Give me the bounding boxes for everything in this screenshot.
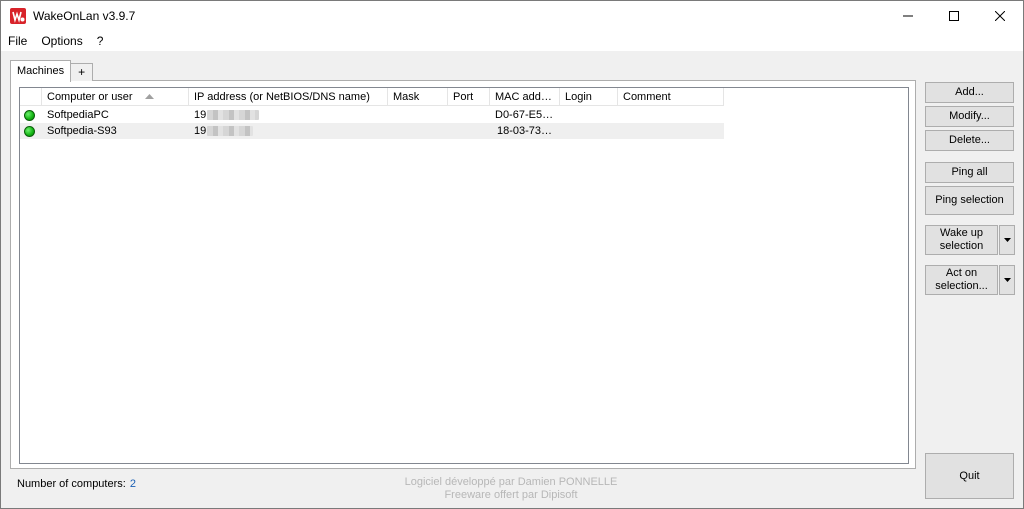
ip-visible-part: 19 [194, 109, 207, 121]
credit-line-publisher: Freeware offert par Dipisoft [444, 489, 578, 501]
sort-ascending-icon [145, 94, 154, 99]
delete-button[interactable]: Delete... [925, 130, 1014, 151]
column-header-computer[interactable]: Computer or user [42, 88, 189, 106]
table-row[interactable]: Softpedia-S93 19 18-03-73… [20, 123, 724, 139]
redacted-block [207, 126, 254, 137]
status-cell [20, 123, 42, 139]
column-header-status[interactable] [20, 88, 42, 106]
mask-cell [388, 107, 448, 123]
list-rows: SoftpediaPC 19 D0-67-E5… Softpedia-S93 1… [20, 107, 724, 139]
tab-machines[interactable]: Machines [10, 60, 72, 82]
redacted-block [207, 110, 260, 121]
minimize-icon [903, 15, 913, 17]
comment-cell [618, 107, 724, 123]
chevron-down-icon [1003, 278, 1011, 282]
login-cell [560, 123, 618, 139]
close-button[interactable] [977, 1, 1023, 31]
computer-count: Number of computers: 2 [17, 478, 136, 490]
column-header-label: Computer or user [47, 91, 133, 103]
column-header-label: Mask [393, 91, 420, 103]
column-header-label: MAC add… [495, 91, 552, 103]
port-cell [448, 107, 490, 123]
minimize-button[interactable] [885, 1, 931, 31]
mask-cell [388, 123, 448, 139]
table-row[interactable]: SoftpediaPC 19 D0-67-E5… [20, 107, 724, 123]
title-bar[interactable]: WakeOnLan v3.9.7 [1, 1, 1023, 31]
column-header-ip[interactable]: IP address (or NetBIOS/DNS name) [189, 88, 388, 106]
act-on-dropdown-button[interactable] [999, 265, 1015, 295]
computer-count-value: 2 [129, 478, 136, 490]
quit-button[interactable]: Quit [925, 453, 1014, 499]
status-cell [20, 107, 42, 123]
column-header-mac[interactable]: MAC add… [490, 88, 560, 106]
ping-all-button[interactable]: Ping all [925, 162, 1014, 183]
add-button[interactable]: Add... [925, 82, 1014, 103]
port-cell [448, 123, 490, 139]
act-on-selection-button[interactable]: Act on selection... [925, 265, 998, 295]
maximize-button[interactable] [931, 1, 977, 31]
app-window: WakeOnLan v3.9.7 File Options ? Machines… [0, 0, 1024, 509]
menu-file[interactable]: File [1, 31, 34, 51]
window-controls [885, 1, 1023, 31]
window-title: WakeOnLan v3.9.7 [33, 9, 136, 23]
ip-visible-part: 19 [194, 125, 207, 137]
menu-help[interactable]: ? [90, 31, 111, 51]
close-icon [995, 11, 1005, 21]
tab-add[interactable]: + [71, 63, 94, 81]
status-online-icon [24, 125, 35, 137]
column-header-mask[interactable]: Mask [388, 88, 448, 106]
column-header-label: IP address (or NetBIOS/DNS name) [194, 91, 370, 103]
login-cell [560, 107, 618, 123]
computer-count-label: Number of computers: [17, 478, 126, 490]
credits: Logiciel développé par Damien PONNELLE F… [361, 476, 661, 502]
computer-name: Softpedia-S93 [47, 125, 117, 137]
wakeonlan-app-icon [10, 8, 26, 24]
computer-name: SoftpediaPC [47, 109, 109, 121]
ping-selection-button[interactable]: Ping selection [925, 186, 1014, 215]
mac-address: D0-67-E5… [495, 109, 554, 121]
button-label-line: selection... [935, 280, 988, 292]
button-label-line: selection [939, 240, 984, 252]
list-header: Computer or user IP address (or NetBIOS/… [20, 88, 724, 106]
column-header-login[interactable]: Login [560, 88, 618, 106]
menu-bar: File Options ? [1, 31, 1023, 51]
column-header-label: Port [453, 91, 474, 103]
ip-address: 19 [189, 123, 388, 139]
status-online-icon [24, 109, 35, 121]
tab-strip: Machines + [10, 60, 94, 82]
button-label-line: Act on [945, 267, 978, 279]
machines-list[interactable]: Computer or user IP address (or NetBIOS/… [19, 87, 909, 464]
ip-address: 19 [189, 107, 388, 123]
chevron-down-icon [1003, 238, 1011, 242]
wake-up-dropdown-button[interactable] [999, 225, 1015, 255]
credit-line-author: Logiciel développé par Damien PONNELLE [404, 476, 618, 488]
column-header-port[interactable]: Port [448, 88, 490, 106]
mac-address: 18-03-73… [497, 125, 553, 137]
machines-panel: Computer or user IP address (or NetBIOS/… [10, 80, 916, 469]
column-header-label: Comment [623, 91, 671, 103]
column-header-comment[interactable]: Comment [618, 88, 724, 106]
column-header-label: Login [565, 91, 592, 103]
maximize-icon [949, 11, 959, 21]
wake-up-selection-button[interactable]: Wake up selection [925, 225, 998, 255]
button-label-line: Wake up [939, 227, 983, 239]
comment-cell [618, 123, 724, 139]
modify-button[interactable]: Modify... [925, 106, 1014, 127]
menu-options[interactable]: Options [34, 31, 89, 51]
